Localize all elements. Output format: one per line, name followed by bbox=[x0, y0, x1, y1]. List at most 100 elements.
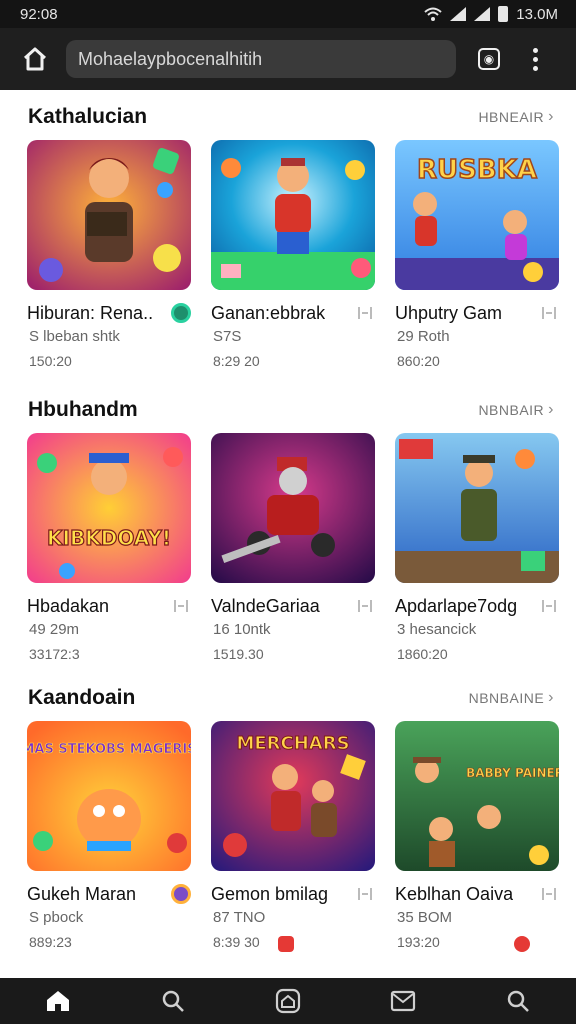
game-meta: 33172:3 bbox=[29, 646, 80, 662]
url-bar[interactable]: Mohaelaypbocenalhitih bbox=[66, 40, 456, 78]
game-meta: 1860:20 bbox=[397, 646, 448, 662]
game-title: ValndeGariaa bbox=[211, 595, 320, 616]
section-header: Hbuhandm NBNBAIR › bbox=[28, 395, 554, 425]
game-card[interactable]: RUSBKA Uhputry Gam 29 Roth 860:20 bbox=[395, 140, 559, 369]
game-subtitle: 87 TNO bbox=[213, 909, 266, 926]
badge-icon bbox=[171, 884, 191, 904]
chevron-right-icon: › bbox=[548, 108, 554, 125]
ad-badge-icon[interactable] bbox=[273, 931, 299, 957]
battery-icon bbox=[498, 6, 509, 22]
see-all-link[interactable]: HBNEAIR › bbox=[478, 108, 554, 126]
download-icon bbox=[355, 596, 375, 616]
status-right-time: 13.0M bbox=[516, 5, 558, 23]
game-title: Hbadakan bbox=[27, 595, 110, 616]
download-icon bbox=[539, 884, 559, 904]
game-title: Keblhan Oaiva bbox=[395, 883, 514, 904]
section-title: Kaandoain bbox=[28, 686, 136, 709]
thumbnail-logo-text: BABBY PAINER bbox=[466, 766, 559, 780]
game-thumbnail[interactable]: MERCHARS bbox=[211, 721, 375, 871]
status-bar: 92:08 13.0M bbox=[0, 0, 576, 28]
section-3: Kaandoain NBNBAINE› MAS STEKOBS MAGERIS bbox=[0, 683, 576, 978]
game-title: Gukeh Maran bbox=[27, 883, 137, 904]
game-card[interactable]: KIBKDOAY! Hbadakan 49 29m 33172:3 bbox=[27, 433, 191, 662]
browser-toolbar: Mohaelaypbocenalhitih ◉ bbox=[0, 28, 576, 90]
game-meta: 1519.30 bbox=[213, 646, 264, 662]
signal-icon bbox=[450, 7, 467, 21]
game-card[interactable]: Ganan:ebbrak S7S 8:29 20 bbox=[211, 140, 375, 369]
nav-search[interactable] bbox=[143, 978, 203, 1024]
game-title: Apdarlape7odg bbox=[395, 595, 518, 616]
game-meta: 889:23 bbox=[29, 934, 72, 950]
thumbnail-logo-text: MAS STEKOBS MAGERIS bbox=[27, 742, 191, 757]
game-card[interactable]: Apdarlape7odg 3 hesancick 1860:20 bbox=[395, 433, 559, 662]
nav-home[interactable] bbox=[28, 978, 88, 1024]
see-all-link[interactable]: NBNBAINE › bbox=[469, 689, 554, 707]
game-thumbnail[interactable] bbox=[395, 433, 559, 583]
download-icon bbox=[539, 596, 559, 616]
download-icon bbox=[171, 596, 191, 616]
section-header: Kaandoain NBNBAINE › bbox=[28, 683, 554, 713]
game-title: Hiburan: Rena.. bbox=[27, 302, 154, 323]
game-card[interactable]: Hiburan: Rena.. S lbeban shtk 150:20 bbox=[27, 140, 191, 369]
main-content: Kathalucian HBNEAIR › Hiburan: Rena.. S … bbox=[0, 90, 576, 978]
wifi-icon bbox=[424, 7, 442, 21]
game-thumbnail[interactable]: MAS STEKOBS MAGERIS bbox=[27, 721, 191, 871]
game-subtitle: 29 Roth bbox=[397, 328, 450, 345]
game-thumbnail[interactable]: RUSBKA bbox=[395, 140, 559, 290]
game-subtitle: 16 10ntk bbox=[213, 621, 271, 638]
more-menu-button[interactable] bbox=[530, 47, 540, 71]
game-meta: 193:20 bbox=[397, 934, 440, 950]
game-subtitle: 3 hesancick bbox=[397, 621, 477, 638]
game-title: Ganan:ebbrak bbox=[211, 302, 326, 323]
game-thumbnail[interactable] bbox=[211, 433, 375, 583]
thumbnail-logo-text: KIBKDOAY! bbox=[47, 526, 171, 550]
nav-mail[interactable] bbox=[373, 978, 433, 1024]
chevron-right-icon: › bbox=[548, 401, 554, 418]
download-icon bbox=[355, 884, 375, 904]
game-title: Uhputry Gam bbox=[395, 302, 503, 323]
home-icon bbox=[23, 47, 47, 71]
signal-icon-2 bbox=[474, 7, 491, 21]
game-title: Gemon bmilag bbox=[211, 883, 329, 904]
game-card[interactable]: ValndeGariaa 16 10ntk 1519.30 bbox=[211, 433, 375, 662]
download-icon bbox=[355, 303, 375, 323]
game-meta: 860:20 bbox=[397, 353, 440, 369]
game-meta: 150:20 bbox=[29, 353, 72, 369]
mail-icon bbox=[391, 990, 416, 1012]
game-thumbnail[interactable] bbox=[211, 140, 375, 290]
thumbnail-logo-text: MERCHARS bbox=[236, 733, 349, 754]
game-subtitle: 49 29m bbox=[29, 621, 80, 638]
badge-icon bbox=[171, 303, 191, 323]
section-1: Kathalucian HBNEAIR › Hiburan: Rena.. S … bbox=[0, 102, 576, 392]
download-icon bbox=[539, 303, 559, 323]
section-header: Kathalucian HBNEAIR › bbox=[28, 102, 554, 132]
home-button[interactable] bbox=[20, 44, 50, 74]
game-card[interactable]: MAS STEKOBS MAGERIS Gukeh Maran S pbock … bbox=[27, 721, 191, 950]
game-subtitle: 35 BOM bbox=[397, 909, 453, 926]
game-meta: 8:29 20 bbox=[213, 353, 260, 369]
game-subtitle: S pbock bbox=[29, 909, 84, 926]
section-2: Hbuhandm NBNBAIR › KIBKDOAY! Hbadakan 49… bbox=[0, 395, 576, 685]
status-time: 92:08 bbox=[20, 5, 58, 23]
home-outline-icon bbox=[275, 988, 301, 1014]
game-meta: 8:39 30 bbox=[213, 934, 260, 950]
nav-center[interactable] bbox=[258, 978, 318, 1024]
chevron-right-icon: › bbox=[548, 689, 554, 706]
home-icon bbox=[46, 991, 69, 1011]
game-thumbnail[interactable]: KIBKDOAY! bbox=[27, 433, 191, 583]
tabs-icon: ◉ bbox=[483, 52, 495, 66]
ad-badge-icon[interactable] bbox=[509, 931, 535, 957]
game-subtitle: S7S bbox=[213, 328, 242, 345]
game-thumbnail[interactable]: BABBY PAINER bbox=[395, 721, 559, 871]
thumbnail-logo-text: RUSBKA bbox=[417, 155, 537, 185]
tabs-button[interactable]: ◉ bbox=[478, 48, 500, 70]
game-card[interactable]: BABBY PAINER Keblhan Oaiva 35 BOM 193:20 bbox=[395, 721, 559, 957]
nav-profile[interactable] bbox=[488, 978, 548, 1024]
see-all-link[interactable]: NBNBAIR › bbox=[478, 401, 554, 419]
status-indicators: 13.0M bbox=[424, 6, 558, 23]
game-card[interactable]: MERCHARS Gemon bmilag 87 TNO 8:39 30 bbox=[211, 721, 375, 957]
search-person-icon bbox=[508, 990, 530, 1012]
game-thumbnail[interactable] bbox=[27, 140, 191, 290]
section-title: Kathalucian bbox=[28, 105, 148, 128]
bottom-navigation bbox=[0, 978, 576, 1024]
